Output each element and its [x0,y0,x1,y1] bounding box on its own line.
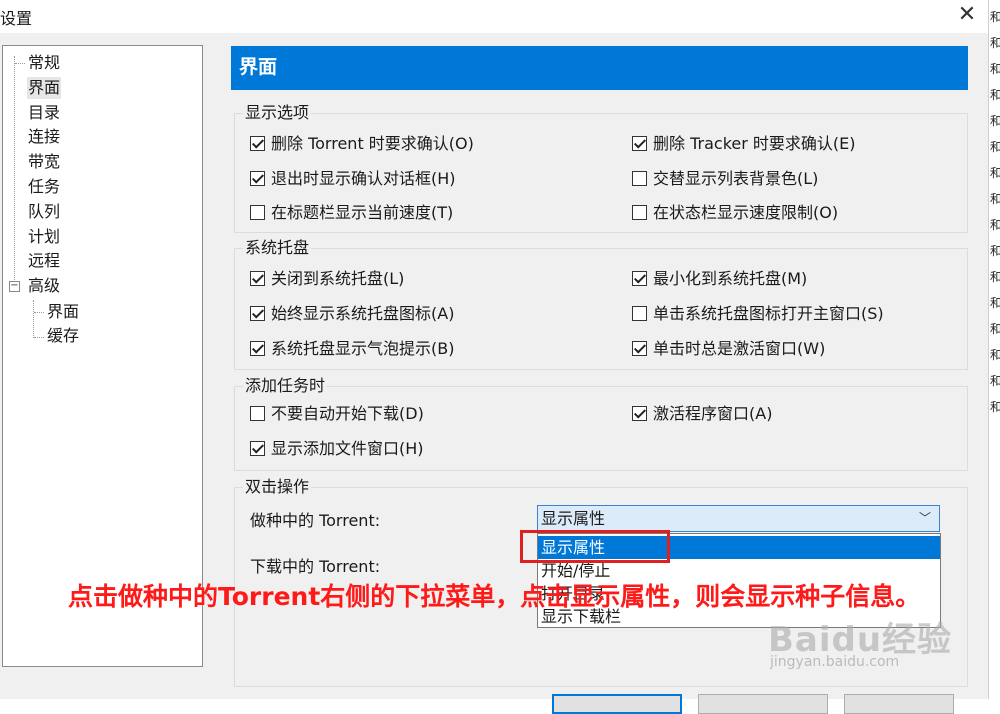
tree-item-schedule[interactable]: 计划 [27,226,61,248]
tree-item-task[interactable]: 任务 [27,176,61,198]
checkbox-label: 单击系统托盘图标打开主窗口(S) [653,304,884,323]
checkbox-label: 删除 Torrent 时要求确认(O) [271,134,474,153]
background-text-glyph: 和 [990,34,1000,51]
group-title: 显示选项 [243,103,312,123]
checkbox-label: 最小化到系统托盘(M) [653,269,808,288]
titlebar-speed-checkbox[interactable]: 在标题栏显示当前速度(T) [250,202,453,224]
tree-item-general[interactable]: 常规 [27,52,61,74]
checkbox-box [632,205,647,220]
cancel-button[interactable] [698,694,828,714]
checkbox-box [632,171,647,186]
watermark-url: jingyan.baidu.com [770,654,900,670]
background-text-glyph: 和 [990,8,1000,25]
checkbox-box [250,406,265,421]
ok-button[interactable] [552,694,682,714]
checkbox-box [250,341,265,356]
checkbox-box [250,441,265,456]
tree-connector [34,337,44,338]
tree-connector [15,63,25,64]
show-add-file-window-checkbox[interactable]: 显示添加文件窗口(H) [250,438,424,460]
tree-item-directory[interactable]: 目录 [27,102,61,124]
checkbox-box [632,406,647,421]
close-to-tray-checkbox[interactable]: 关闭到系统托盘(L) [250,268,404,290]
confirm-delete-tracker-checkbox[interactable]: 删除 Tracker 时要求确认(E) [632,133,856,155]
background-text-glyph: 和 [990,294,1000,311]
highlight-box [520,530,670,563]
page-title: 界面 [231,46,968,90]
confirm-exit-checkbox[interactable]: 退出时显示确认对话框(H) [250,168,456,190]
tree-connector [33,300,34,338]
tree-item-remote[interactable]: 远程 [27,250,61,272]
window-title: 设置 [0,9,33,28]
checkbox-label: 在状态栏显示速度限制(O) [653,203,839,222]
tree-item-advanced[interactable]: 高级 [27,275,61,297]
checkbox-label: 显示添加文件窗口(H) [271,439,424,458]
background-text-glyph: 和 [990,86,1000,103]
background-text-glyph: 和 [990,320,1000,337]
group-title: 添加任务时 [243,376,328,396]
background-text-glyph: 和 [990,242,1000,259]
seeding-action-select[interactable]: 显示属性 ﹀ [537,505,940,532]
chevron-down-icon: ﹀ [918,511,931,525]
background-text-glyph: 和 [990,112,1000,129]
tree-item-interface[interactable]: 界面 [27,77,62,99]
checkbox-label: 系统托盘显示气泡提示(B) [271,339,455,358]
checkbox-box [250,171,265,186]
click-activate-window-checkbox[interactable]: 单击时总是激活窗口(W) [632,338,825,360]
background-text-glyph: 和 [990,268,1000,285]
apply-button[interactable] [844,694,954,714]
downloading-torrent-label: 下载中的 Torrent: [250,557,381,576]
checkbox-box [250,205,265,220]
background-text-glyph: 和 [990,138,1000,155]
background-text-glyph: 和 [990,398,1000,415]
checkbox-label: 退出时显示确认对话框(H) [271,169,456,188]
background-text-glyph: 和 [990,164,1000,181]
tree-item-advanced-interface[interactable]: 界面 [46,301,80,323]
background-text-glyph: 和 [990,372,1000,389]
checkbox-box [250,136,265,151]
single-click-open-main-checkbox[interactable]: 单击系统托盘图标打开主窗口(S) [632,303,884,325]
checkbox-box [632,306,647,321]
background-text-glyph: 和 [990,60,1000,77]
checkbox-label: 删除 Tracker 时要求确认(E) [653,134,856,153]
select-value: 显示属性 [541,509,606,528]
tutorial-annotation: 点击做种中的Torrent右侧的下拉菜单，点击显示属性，则会显示种子信息。 [68,582,921,611]
collapse-icon[interactable]: − [9,281,20,292]
tree-item-advanced-cache[interactable]: 缓存 [46,325,80,347]
alternate-row-color-checkbox[interactable]: 交替显示列表背景色(L) [632,168,818,190]
checkbox-label: 交替显示列表背景色(L) [653,169,819,188]
checkbox-box [250,271,265,286]
background-text-glyph: 和 [990,216,1000,233]
checkbox-box [632,341,647,356]
tree-item-connection[interactable]: 连接 [27,126,61,148]
close-icon[interactable]: ✕ [952,2,982,30]
tree-connector [34,312,44,313]
checkbox-label: 关闭到系统托盘(L) [271,269,405,288]
checkbox-box [632,271,647,286]
checkbox-label: 始终显示系统托盘图标(A) [271,304,455,323]
always-show-tray-icon-checkbox[interactable]: 始终显示系统托盘图标(A) [250,303,454,325]
background-text-glyph: 和 [990,346,1000,363]
seeding-torrent-label: 做种中的 Torrent: [250,511,381,530]
checkbox-label: 在标题栏显示当前速度(T) [271,203,454,222]
tree-item-bandwidth[interactable]: 带宽 [27,151,61,173]
confirm-delete-torrent-checkbox[interactable]: 删除 Torrent 时要求确认(O) [250,133,474,155]
tree-item-queue[interactable]: 队列 [27,201,61,223]
group-title: 双击操作 [243,477,312,497]
tree-connector [14,56,15,282]
checkbox-label: 激活程序窗口(A) [653,404,773,423]
activate-window-checkbox[interactable]: 激活程序窗口(A) [632,403,772,425]
background-text-glyph: 和 [990,190,1000,207]
statusbar-speed-limit-checkbox[interactable]: 在状态栏显示速度限制(O) [632,202,838,224]
minimize-to-tray-checkbox[interactable]: 最小化到系统托盘(M) [632,268,807,290]
checkbox-label: 不要自动开始下载(D) [271,404,424,423]
checkbox-box [250,306,265,321]
background-window-strip: 和和和和和和和和和和和和和和和和 [988,0,1000,699]
checkbox-label: 单击时总是激活窗口(W) [653,339,826,358]
settings-tree[interactable]: 常规 界面 目录 连接 带宽 任务 队列 计划 远程 高级 − 界面 缓存 [2,45,203,667]
tray-balloon-checkbox[interactable]: 系统托盘显示气泡提示(B) [250,338,454,360]
no-auto-start-checkbox[interactable]: 不要自动开始下载(D) [250,403,424,425]
group-title: 系统托盘 [243,238,312,258]
checkbox-box [632,136,647,151]
